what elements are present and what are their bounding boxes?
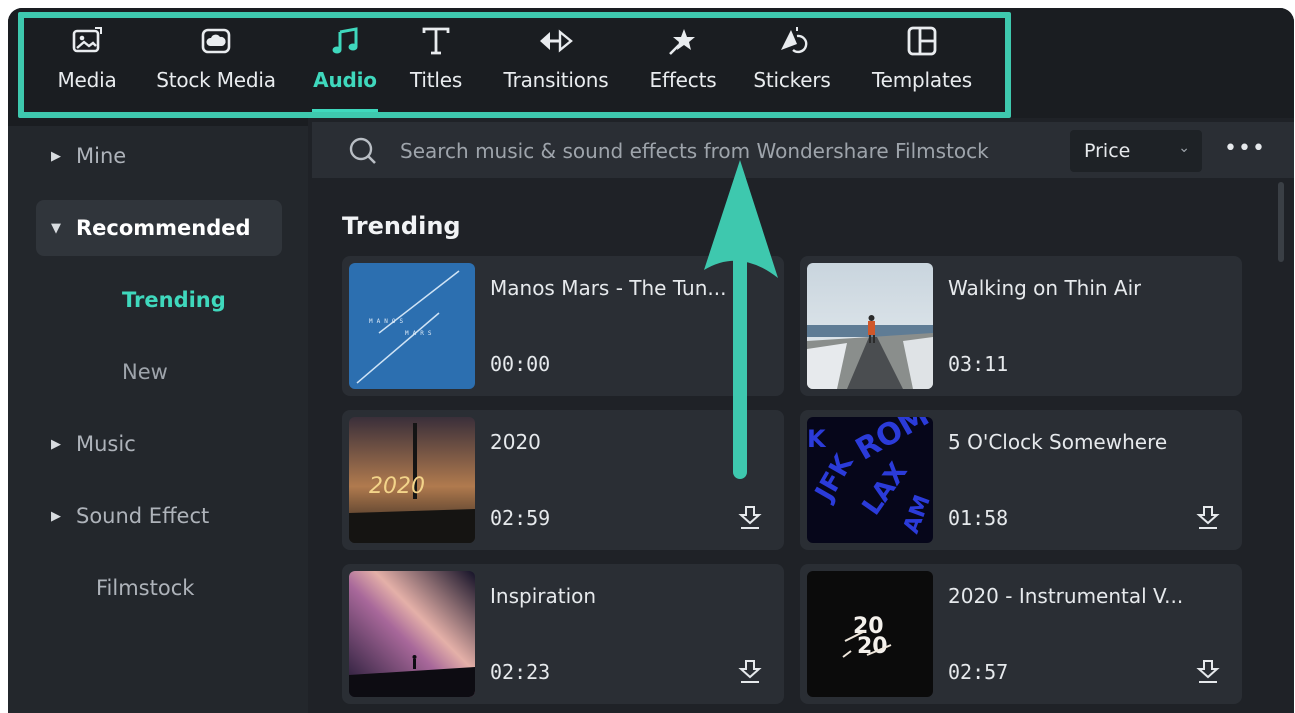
main-panel: Price ⌄ ••• Trending MANOS MARS Manos Mar… (308, 118, 1294, 713)
templates-icon (868, 24, 976, 62)
svg-text:2020: 2020 (369, 474, 425, 499)
svg-text:MANOS: MANOS (369, 318, 407, 325)
price-label: Price (1084, 140, 1131, 162)
track-title: Manos Mars - The Tun... (490, 276, 727, 300)
tab-templates[interactable]: Templates (868, 24, 976, 92)
tab-stock-media-label: Stock Media (156, 68, 276, 92)
caret-right-icon: ▶ (51, 436, 61, 452)
track-duration: 00:00 (490, 352, 551, 376)
track-title: 2020 - Instrumental V... (948, 584, 1184, 608)
sidebar-item-trending[interactable]: Trending (122, 288, 226, 312)
titles-icon (406, 24, 466, 62)
caret-down-icon: ▼ (51, 220, 61, 236)
music-thumbnail (349, 571, 475, 697)
music-thumbnail: 2020 (807, 571, 933, 697)
download-icon[interactable] (738, 658, 762, 688)
caret-right-icon: ▶ (51, 508, 61, 524)
music-card[interactable]: 20 20 2020 - Instrumental V... 02:57 (800, 564, 1242, 704)
sidebar-item-mine[interactable]: ▶ Mine (36, 128, 282, 184)
tab-media-label: Media (57, 68, 117, 92)
music-card[interactable]: 2020 2020 02:59 (342, 410, 784, 550)
tab-templates-label: Templates (872, 68, 972, 92)
tab-audio-label: Audio (313, 68, 377, 92)
track-duration: 02:57 (948, 660, 1009, 684)
scrollbar[interactable] (1278, 182, 1284, 262)
music-thumbnail: 2020 (349, 417, 475, 543)
section-title: Trending (342, 212, 461, 240)
track-title: Walking on Thin Air (948, 276, 1142, 300)
music-thumbnail: MANOS MARS (349, 263, 475, 389)
search-input[interactable] (398, 132, 1042, 170)
track-title: 2020 (490, 430, 541, 454)
active-tab-underline (312, 109, 378, 112)
music-card[interactable]: ROM JFK LAX AM K 5 O'Clock Somewhere 01:58 (800, 410, 1242, 550)
search-icon[interactable] (348, 136, 378, 170)
sidebar-item-label: Filmstock (96, 576, 195, 600)
chevron-down-icon: ⌄ (1178, 140, 1190, 156)
tab-audio[interactable]: Audio (312, 24, 378, 112)
sidebar-item-label: Music (76, 432, 136, 456)
more-options-icon[interactable]: ••• (1224, 136, 1266, 161)
transitions-icon (502, 24, 610, 62)
download-icon[interactable] (1196, 504, 1220, 534)
sidebar-item-label: Sound Effect (76, 504, 210, 528)
sidebar-item-new[interactable]: New (122, 360, 168, 384)
sidebar-item-recommended[interactable]: ▼ Recommended (36, 200, 282, 256)
tab-titles-label: Titles (409, 68, 463, 92)
effects-icon (646, 24, 720, 62)
sidebar-item-filmstock[interactable]: Filmstock (36, 560, 282, 616)
stock-media-icon (154, 24, 278, 62)
music-card[interactable]: MANOS MARS Manos Mars - The Tun... 00:00 (342, 256, 784, 396)
caret-right-icon: ▶ (51, 148, 61, 164)
search-bar: Price ⌄ ••• (312, 122, 1294, 178)
music-thumbnail: ROM JFK LAX AM K (807, 417, 933, 543)
media-icon (52, 24, 122, 62)
music-card[interactable]: Inspiration 02:23 (342, 564, 784, 704)
sidebar: ▶ Mine ▼ Recommended Trending New ▶ Musi… (8, 126, 308, 713)
sidebar-item-label: Mine (76, 144, 127, 168)
track-duration: 02:59 (490, 506, 551, 530)
tab-effects[interactable]: Effects (646, 24, 720, 92)
sidebar-item-sound-effect[interactable]: ▶ Sound Effect (36, 488, 282, 544)
svg-text:K: K (807, 425, 827, 453)
app-window: Media Stock Media Audio Titles Transitio… (8, 8, 1294, 713)
track-title: 5 O'Clock Somewhere (948, 430, 1168, 454)
sidebar-item-label: Recommended (76, 216, 251, 240)
track-duration: 02:23 (490, 660, 551, 684)
price-dropdown[interactable]: Price ⌄ (1070, 130, 1202, 172)
music-note-icon (312, 24, 378, 62)
tab-stock-media[interactable]: Stock Media (154, 24, 278, 92)
music-card[interactable]: Walking on Thin Air 03:11 (800, 256, 1242, 396)
tab-media[interactable]: Media (52, 24, 122, 92)
music-thumbnail (807, 263, 933, 389)
track-title: Inspiration (490, 584, 597, 608)
download-icon[interactable] (1196, 658, 1220, 688)
top-toolbar: Media Stock Media Audio Titles Transitio… (8, 8, 1294, 126)
track-duration: 01:58 (948, 506, 1009, 530)
track-duration: 03:11 (948, 352, 1009, 376)
tab-stickers[interactable]: Stickers (752, 24, 832, 92)
tab-transitions-label: Transitions (503, 68, 609, 92)
tab-titles[interactable]: Titles (406, 24, 466, 92)
svg-text:20: 20 (857, 634, 888, 659)
tab-effects-label: Effects (649, 68, 717, 92)
sidebar-item-music[interactable]: ▶ Music (36, 416, 282, 472)
svg-text:MARS: MARS (405, 330, 435, 337)
tab-transitions[interactable]: Transitions (502, 24, 610, 92)
stickers-icon (752, 24, 832, 62)
tab-stickers-label: Stickers (753, 68, 831, 92)
download-icon[interactable] (738, 504, 762, 534)
